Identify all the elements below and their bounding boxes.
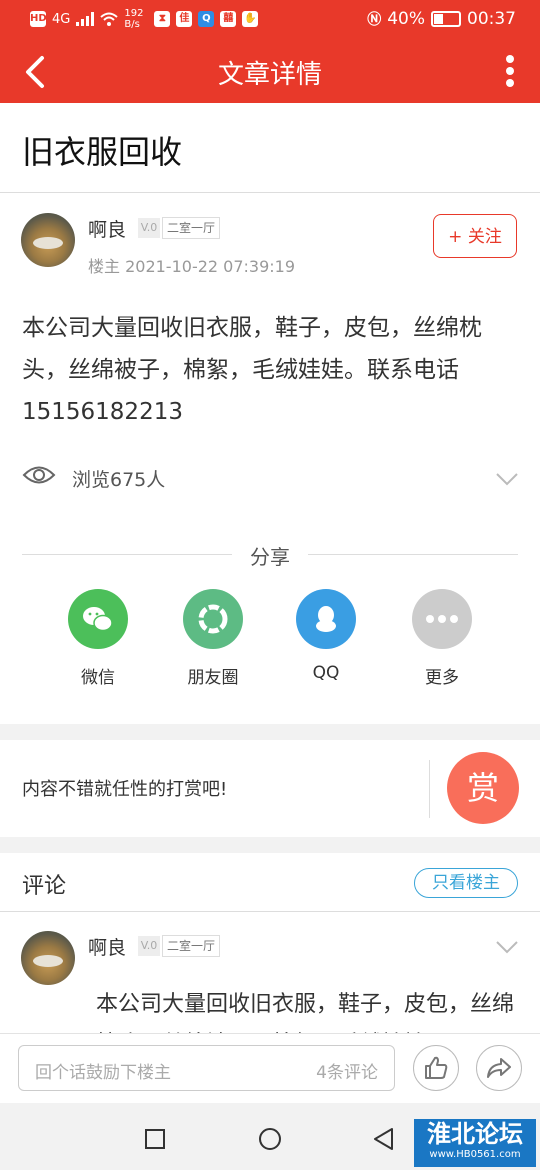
signal-icon (76, 12, 95, 26)
follow-button[interactable]: + 关注 (433, 214, 517, 258)
app-icon-3: ✋ (242, 11, 259, 27)
status-left: HD 4G 192 B/s ⧗ 佳 Q 囍 ✋ (30, 8, 259, 30)
comment-count[interactable]: 4条评论 (316, 1058, 378, 1083)
watermark-title: 淮北论坛 (427, 1120, 523, 1148)
recent-apps-icon[interactable] (144, 1128, 166, 1150)
divider (429, 760, 430, 818)
app-icon-2: 囍 (220, 11, 237, 27)
search-app-icon: Q (198, 11, 215, 27)
battery-icon (431, 11, 461, 27)
hourglass-icon: ⧗ (154, 11, 171, 27)
share-label: 朋友圈 (187, 668, 239, 688)
reward-section: 内容不错就任性的打赏吧! 赏 (0, 740, 540, 837)
status-bar: HD 4G 192 B/s ⧗ 佳 Q 囍 ✋ Ⓝ 40% 00:37 (0, 0, 540, 40)
article-title-bar: 旧衣服回收 (0, 103, 540, 193)
status-right: Ⓝ 40% 00:37 (367, 9, 516, 29)
only-op-button[interactable]: 只看楼主 (414, 868, 518, 898)
battery-percent: 40% (387, 9, 425, 29)
comment-placeholder: 回个话鼓励下楼主 (35, 1063, 171, 1083)
back-nav-icon[interactable] (372, 1127, 396, 1151)
reward-text: 内容不错就任性的打赏吧! (22, 779, 228, 800)
wifi-icon (100, 12, 119, 26)
nav-bar: 文章详情 (0, 40, 540, 103)
clock: 00:37 (467, 9, 516, 29)
level-badge: V.0 (138, 218, 160, 238)
views-row: 浏览675人 (22, 458, 518, 498)
nfc-icon: Ⓝ (367, 12, 382, 28)
share-label: QQ (312, 663, 340, 683)
share-qq[interactable]: QQ (276, 589, 376, 683)
share-arrow-icon (487, 1058, 511, 1078)
chevron-down-icon[interactable] (496, 940, 518, 954)
share-wechat[interactable]: 微信 (48, 589, 148, 688)
comment-body: 本公司大量回收旧衣服，鞋子，皮包，丝绵枕头，丝绵被子，棉絮，毛绒娃娃。 (96, 992, 515, 1033)
network-indicator: 4G (52, 11, 71, 27)
post-meta: 楼主 2021-10-22 07:39:19 (88, 257, 296, 276)
more-dots-icon (412, 589, 472, 649)
share-divider-right (308, 554, 518, 555)
share-moments[interactable]: 朋友圈 (163, 589, 263, 688)
more-vertical-icon[interactable] (502, 52, 518, 92)
watermark-logo: 淮北论坛 www.HB0561.com (414, 1119, 536, 1167)
avatar[interactable] (21, 213, 75, 267)
watermark-url: www.HB0561.com (429, 1149, 521, 1160)
system-nav-bar: 淮北论坛 www.HB0561.com (0, 1103, 540, 1170)
share-label: 微信 (81, 668, 115, 688)
level-badge: V.0 (138, 936, 160, 956)
post-card: 啊良 V.0 二室一厅 楼主 2021-10-22 07:39:19 + 关注 … (0, 193, 540, 724)
page-title: 文章详情 (217, 60, 322, 90)
comments-title: 评论 (22, 874, 67, 899)
share-button[interactable] (476, 1045, 522, 1091)
comment-author[interactable]: 啊良 (88, 933, 126, 960)
wechat-icon (68, 589, 128, 649)
qq-icon (296, 589, 356, 649)
reward-button[interactable]: 赏 (447, 752, 519, 824)
post-body: 本公司大量回收旧衣服，鞋子，皮包，丝绵枕头，丝绵被子，棉絮，毛绒娃娃。联系电话1… (22, 315, 482, 425)
views-count: 浏览675人 (72, 469, 166, 491)
rank-badge: 二室一厅 (162, 935, 221, 957)
app-icon-1: 佳 (176, 11, 193, 27)
bottom-bar: 回个话鼓励下楼主 4条评论 (0, 1033, 540, 1104)
data-speed: 192 B/s (124, 8, 144, 30)
home-icon[interactable] (258, 1127, 282, 1151)
share-title: 分享 (250, 545, 290, 569)
chevron-down-icon[interactable] (496, 472, 518, 486)
share-more[interactable]: 更多 (392, 589, 492, 688)
thumbs-up-icon (425, 1056, 448, 1079)
comments-section: 评论 只看楼主 啊良 V.0 二室一厅 本公司大量回收旧衣服，鞋子，皮包，丝绵枕… (0, 853, 540, 1033)
eye-icon (22, 466, 56, 484)
share-label: 更多 (425, 668, 459, 688)
like-button[interactable] (413, 1045, 459, 1091)
divider (0, 911, 540, 912)
moments-icon (183, 589, 243, 649)
author-name[interactable]: 啊良 (88, 215, 126, 242)
comment-input[interactable]: 回个话鼓励下楼主 4条评论 (18, 1045, 395, 1091)
avatar[interactable] (21, 931, 75, 985)
rank-badge: 二室一厅 (162, 217, 221, 239)
hd-indicator: HD (30, 11, 47, 27)
share-header: 分享 (22, 539, 518, 569)
article-title: 旧衣服回收 (22, 133, 183, 171)
